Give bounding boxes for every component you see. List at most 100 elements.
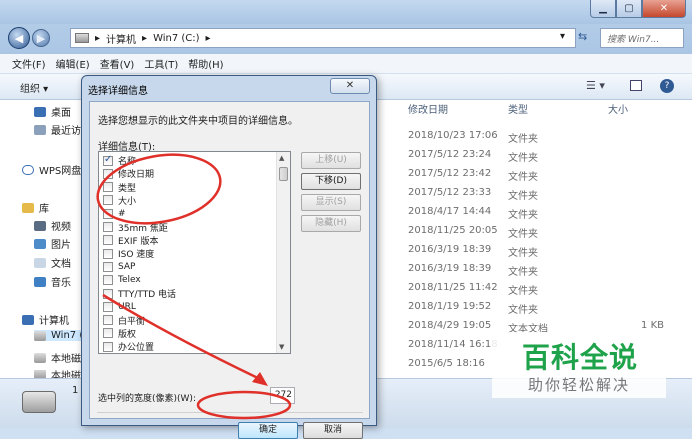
table-row[interactable]: 2018/11/25 11:42 文件夹 xyxy=(372,279,692,298)
minimize-button[interactable]: ▁ xyxy=(590,0,616,18)
help-icon[interactable]: ? xyxy=(660,79,674,93)
detail-checkbox[interactable] xyxy=(103,208,113,219)
nav-wps[interactable]: WPS网盘 xyxy=(22,162,81,177)
detail-checkbox[interactable] xyxy=(103,275,113,286)
view-options-icon[interactable]: ☰ ▾ xyxy=(586,79,605,92)
table-row[interactable]: 2018/10/23 17:06 文件夹 xyxy=(372,127,692,146)
table-row[interactable]: 2018/11/25 20:05 文件夹 xyxy=(372,222,692,241)
detail-item[interactable]: 大小 xyxy=(103,194,136,207)
column-header-type[interactable]: 类型 xyxy=(508,100,528,122)
dialog-close-button[interactable]: ✕ xyxy=(330,78,370,94)
detail-checkbox[interactable] xyxy=(103,195,113,206)
menu-view[interactable]: 查看(V) xyxy=(100,56,135,71)
menu-help[interactable]: 帮助(H) xyxy=(188,56,223,71)
search-input[interactable]: 搜索 Win7... xyxy=(600,28,684,48)
detail-item[interactable]: URL xyxy=(103,300,136,313)
breadcrumb-drive[interactable]: Win7 (C:) xyxy=(153,33,199,44)
detail-checkbox[interactable] xyxy=(103,261,113,272)
column-width-input[interactable]: 272 xyxy=(270,387,295,404)
nav-localdisk[interactable]: 本地磁 xyxy=(34,350,81,365)
refresh-icon[interactable]: ⇆ xyxy=(578,30,587,43)
table-row[interactable]: 2017/5/12 23:33 文件夹 xyxy=(372,184,692,203)
nav-docs[interactable]: 文档 xyxy=(34,255,71,270)
table-row[interactable]: 2016/3/19 18:39 文件夹 xyxy=(372,260,692,279)
scroll-down-icon[interactable]: ▼ xyxy=(279,343,284,351)
nav-computer[interactable]: 计算机 xyxy=(22,312,69,327)
move-up-button[interactable]: 上移(U) xyxy=(301,152,361,169)
maximize-button[interactable]: ▢ xyxy=(616,0,642,18)
detail-item[interactable]: # xyxy=(103,207,126,220)
listbox-scrollbar[interactable]: ▲ ▼ xyxy=(276,152,290,353)
detail-checkbox[interactable] xyxy=(103,328,113,339)
detail-checkbox[interactable] xyxy=(103,154,113,166)
organize-button[interactable]: 组织 ▾ xyxy=(20,80,48,95)
nav-video[interactable]: 视频 xyxy=(34,218,71,233)
row-size: 1 KB xyxy=(641,320,664,331)
detail-checkbox[interactable] xyxy=(103,235,113,246)
ok-button[interactable]: 确定 xyxy=(238,422,298,439)
detail-item[interactable]: 修改日期 xyxy=(103,167,154,180)
detail-checkbox[interactable] xyxy=(103,248,113,259)
dialog-body: 选择您想显示的此文件夹中项目的详细信息。 详细信息(T): 名称修改日期类型大小… xyxy=(89,101,370,439)
detail-item-label: ISO 速度 xyxy=(118,250,155,261)
detail-item[interactable]: 白平衡 xyxy=(103,314,145,327)
address-bar[interactable]: ▸ 计算机 ▸ Win7 (C:) ▸ ▾ xyxy=(70,28,576,48)
drive-small-icon xyxy=(75,33,89,43)
detail-item[interactable]: 名称 xyxy=(103,154,136,167)
show-button[interactable]: 显示(S) xyxy=(301,194,361,211)
scroll-up-icon[interactable]: ▲ xyxy=(279,154,284,162)
table-row[interactable]: 2017/5/12 23:42 文件夹 xyxy=(372,165,692,184)
forward-icon[interactable]: ▶ xyxy=(32,29,50,47)
preview-pane-icon[interactable] xyxy=(630,80,642,91)
detail-checkbox[interactable] xyxy=(103,315,113,326)
table-row[interactable]: 2017/5/12 23:24 文件夹 xyxy=(372,146,692,165)
detail-item[interactable]: 类型 xyxy=(103,181,136,194)
nav-recent[interactable]: 最近访 xyxy=(34,122,81,137)
column-width-label: 选中列的宽度(像素)(W): xyxy=(98,394,196,404)
nav-pictures[interactable]: 图片 xyxy=(34,236,71,251)
menu-file[interactable]: 文件(F) xyxy=(12,56,46,71)
nav-library[interactable]: 库 xyxy=(22,200,49,215)
detail-item[interactable]: 35mm 焦距 xyxy=(103,221,168,234)
detail-item[interactable]: 版权 xyxy=(103,327,136,340)
drive-icon xyxy=(34,370,46,378)
table-row[interactable]: 2016/3/19 18:39 文件夹 xyxy=(372,241,692,260)
move-down-button[interactable]: 下移(D) xyxy=(301,173,361,190)
detail-checkbox[interactable] xyxy=(103,168,113,179)
watermark: 百科全说 助你轻松解决 xyxy=(492,332,666,398)
desktop-icon xyxy=(34,106,46,117)
nav-localdisk-2[interactable]: 本地磁 xyxy=(34,370,81,378)
cancel-button[interactable]: 取消 xyxy=(303,422,363,439)
detail-item[interactable]: SAP xyxy=(103,260,135,273)
column-header-size[interactable]: 大小 xyxy=(608,100,628,122)
detail-checkbox[interactable] xyxy=(103,288,113,299)
documents-icon xyxy=(34,257,46,268)
detail-checkbox[interactable] xyxy=(103,301,113,312)
detail-checkbox[interactable] xyxy=(103,341,113,352)
table-row[interactable]: 2018/4/17 14:44 文件夹 xyxy=(372,203,692,222)
column-header-date[interactable]: 修改日期 xyxy=(408,100,448,122)
row-date: 2016/3/19 18:39 xyxy=(408,244,492,255)
scroll-thumb[interactable] xyxy=(279,167,288,181)
detail-item[interactable]: EXIF 版本 xyxy=(103,234,159,247)
detail-item[interactable]: 办公位置 xyxy=(103,340,154,353)
detail-item[interactable]: ISO 速度 xyxy=(103,247,154,260)
row-type: 文件夹 xyxy=(508,191,538,202)
menu-tools[interactable]: 工具(T) xyxy=(144,56,178,71)
address-dropdown-icon[interactable]: ▾ xyxy=(560,31,565,42)
detail-checkbox[interactable] xyxy=(103,182,113,193)
detail-item[interactable]: Telex xyxy=(103,274,141,287)
back-icon[interactable]: ◀ xyxy=(8,27,30,49)
breadcrumb-computer[interactable]: 计算机 xyxy=(106,31,136,46)
close-button[interactable]: ✕ xyxy=(642,0,686,18)
detail-item-label: 名称 xyxy=(118,157,137,167)
menu-edit[interactable]: 编辑(E) xyxy=(56,56,90,71)
detail-item[interactable]: TTY/TTD 电话 xyxy=(103,287,176,300)
nav-desktop[interactable]: 桌面 xyxy=(34,104,71,119)
breadcrumb-sep-icon: ▸ xyxy=(205,32,211,44)
nav-music[interactable]: 音乐 xyxy=(34,274,71,289)
table-row[interactable]: 2018/1/19 19:52 文件夹 xyxy=(372,298,692,317)
detail-checkbox[interactable] xyxy=(103,222,113,232)
details-listbox[interactable]: 名称修改日期类型大小#35mm 焦距 EXIF 版本 ISO 速度SAP Telex T… xyxy=(98,151,291,354)
hide-button[interactable]: 隐藏(H) xyxy=(301,215,361,232)
